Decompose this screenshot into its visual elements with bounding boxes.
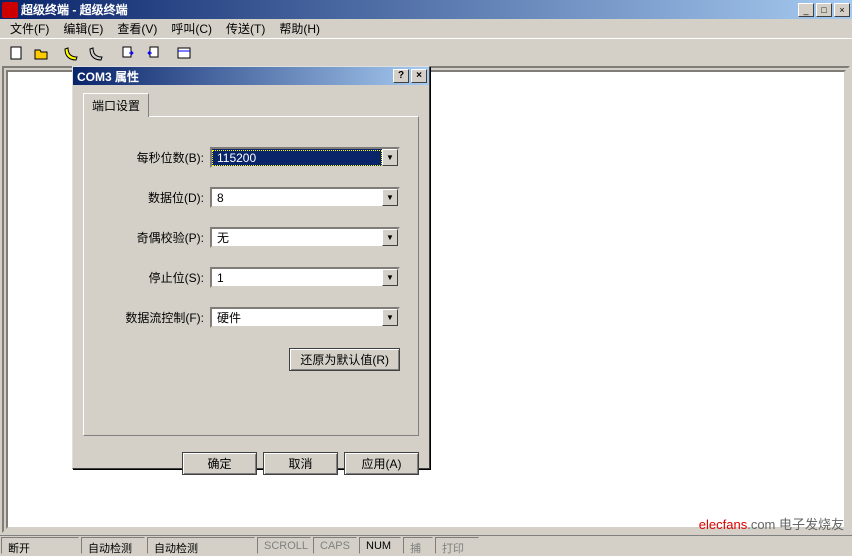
properties-icon[interactable] [172,42,195,64]
status-print: 打印 [435,537,479,554]
stopbits-value: 1 [212,270,382,286]
status-connection: 断开 [1,537,79,554]
status-scroll: SCROLL [257,537,311,554]
menu-view[interactable]: 查看(V) [111,18,163,39]
flow-value: 硬件 [212,308,382,327]
statusbar: 断开 自动检测 自动检测 SCROLL CAPS NUM 捕 打印 [0,535,852,555]
flow-combo[interactable]: 硬件 ▼ [210,307,400,328]
status-detect2: 自动检测 [147,537,255,554]
properties-dialog: COM3 属性 ? × 端口设置 每秒位数(B): 115200 ▼ 数据位(D… [72,66,430,469]
menu-help[interactable]: 帮助(H) [273,18,326,39]
status-num: NUM [359,537,401,554]
stopbits-combo[interactable]: 1 ▼ [210,267,400,288]
toolbar [0,38,852,66]
chevron-down-icon[interactable]: ▼ [382,229,398,246]
menubar: 文件(F) 编辑(E) 查看(V) 呼叫(C) 传送(T) 帮助(H) [0,19,852,38]
baud-label: 每秒位数(B): [102,149,210,166]
parity-label: 奇偶校验(P): [102,229,210,246]
menu-edit[interactable]: 编辑(E) [57,18,109,39]
status-detect1: 自动检测 [81,537,145,554]
apply-button[interactable]: 应用(A) [344,452,419,475]
stopbits-label: 停止位(S): [102,269,210,286]
databits-value: 8 [212,190,382,206]
databits-combo[interactable]: 8 ▼ [210,187,400,208]
cancel-button[interactable]: 取消 [263,452,338,475]
baud-combo[interactable]: 115200 ▼ [210,147,400,168]
disconnect-icon[interactable] [85,42,108,64]
parity-value: 无 [212,228,382,247]
tab-port-settings[interactable]: 端口设置 [83,93,149,117]
tab-panel: 每秒位数(B): 115200 ▼ 数据位(D): 8 ▼ 奇偶校验(P): 无… [83,116,419,436]
help-button[interactable]: ? [393,69,409,83]
menu-call[interactable]: 呼叫(C) [165,18,218,39]
databits-label: 数据位(D): [102,189,210,206]
chevron-down-icon[interactable]: ▼ [382,189,398,206]
watermark-brand: elecfans [699,517,747,532]
restore-defaults-button[interactable]: 还原为默认值(R) [289,348,400,371]
call-icon[interactable] [60,42,83,64]
window-title: 超级终端 - 超级终端 [21,1,798,18]
minimize-button[interactable]: _ [798,3,814,17]
chevron-down-icon[interactable]: ▼ [382,269,398,286]
chevron-down-icon[interactable]: ▼ [382,309,398,326]
send-icon[interactable] [116,42,139,64]
watermark: elecfans.com 电子发烧友 [699,514,844,533]
dialog-title: COM3 属性 [75,68,391,85]
app-icon [2,2,18,18]
menu-file[interactable]: 文件(F) [4,18,55,39]
parity-combo[interactable]: 无 ▼ [210,227,400,248]
status-capture: 捕 [403,537,433,554]
maximize-button[interactable]: □ [816,3,832,17]
dialog-close-button[interactable]: × [411,69,427,83]
receive-icon[interactable] [141,42,164,64]
main-titlebar: 超级终端 - 超级终端 _ □ × [0,0,852,19]
chevron-down-icon[interactable]: ▼ [382,149,398,166]
flow-label: 数据流控制(F): [102,309,210,326]
baud-value: 115200 [212,150,382,166]
ok-button[interactable]: 确定 [182,452,257,475]
close-button[interactable]: × [834,3,850,17]
dialog-titlebar[interactable]: COM3 属性 ? × [73,67,429,85]
watermark-suffix: .com 电子发烧友 [747,517,844,532]
menu-transfer[interactable]: 传送(T) [220,18,271,39]
status-caps: CAPS [313,537,357,554]
open-icon[interactable] [29,42,52,64]
new-icon[interactable] [4,42,27,64]
